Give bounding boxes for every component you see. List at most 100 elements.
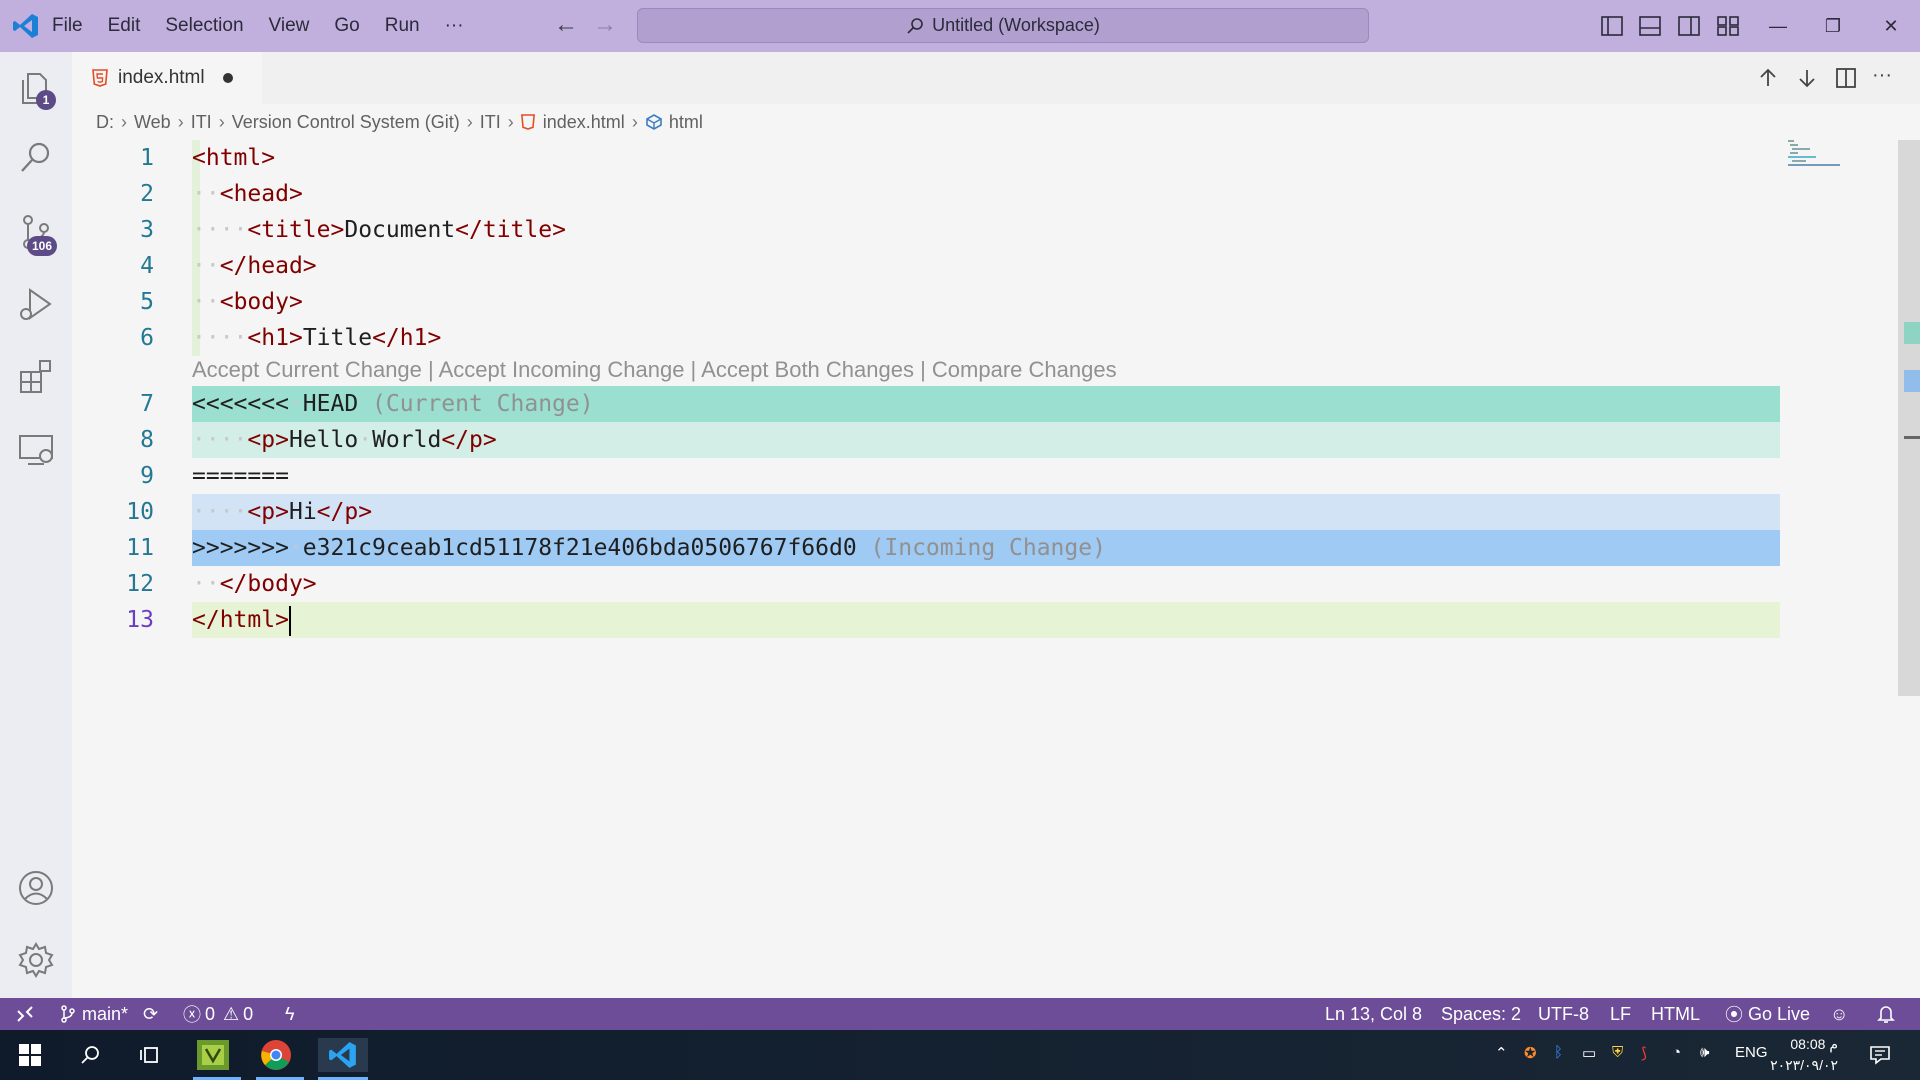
menu-edit[interactable]: Edit [108, 15, 141, 37]
clock-date: ٢٠٢٣/٠٩/٠٢ [1770, 1057, 1838, 1073]
wifi-icon[interactable]: ◔ [1672, 1044, 1681, 1061]
active-line-highlight [192, 602, 1780, 638]
menu-run[interactable]: Run [385, 15, 420, 37]
breadcrumb-item[interactable]: D: [96, 112, 114, 133]
code-line-3: ····<title>Document</title> [192, 217, 566, 243]
unsaved-dot-icon[interactable] [222, 73, 233, 83]
chevron-right-icon: › [466, 111, 473, 132]
error-icon: ⓧ [183, 1005, 201, 1025]
source-control-badge: 106 [27, 236, 58, 256]
extensions-icon[interactable] [16, 356, 56, 396]
error-count: 0 [205, 1003, 216, 1024]
vertical-scrollbar[interactable] [1898, 140, 1920, 696]
breadcrumb-item[interactable]: index.html [543, 112, 625, 133]
more-actions-icon[interactable]: ··· [1872, 64, 1892, 87]
line-number: 1 [140, 145, 154, 171]
system-clock[interactable]: 08:08 م ٢٠٢٣/٠٩/٠٢ [1768, 1034, 1838, 1076]
task-view-icon[interactable] [130, 1038, 170, 1072]
back-arrow-icon[interactable]: ← [554, 11, 578, 39]
forward-arrow-icon[interactable]: → [593, 11, 617, 39]
split-editor-icon[interactable] [1834, 66, 1858, 90]
code-line-2: ··<head> [192, 181, 303, 207]
go-live-button[interactable]: ⦿ Go Live [1725, 998, 1810, 1030]
code-line-13: </html> [192, 602, 291, 638]
bluetooth-icon[interactable]: ᛒ [1554, 1044, 1563, 1061]
command-center-search[interactable]: Untitled (Workspace) [637, 8, 1369, 43]
code-editor[interactable]: 1 2 3 4 5 6 7 8 9 10 11 12 13 <html> ··<… [72, 140, 1892, 998]
previous-conflict-arrow-up-icon[interactable] [1756, 66, 1780, 90]
notifications-bell-icon[interactable] [1877, 998, 1895, 1030]
line-number-active: 13 [126, 607, 154, 633]
file-manager-app-icon[interactable] [193, 1038, 233, 1072]
search-icon[interactable] [16, 138, 56, 178]
breadcrumb-item[interactable]: ITI [191, 112, 212, 133]
merge-conflict-codelens[interactable]: Accept Current Change | Accept Incoming … [192, 357, 1117, 383]
breadcrumb: D: › Web › ITI › Version Control System … [96, 108, 703, 136]
text-cursor [288, 605, 291, 636]
breadcrumb-item[interactable]: Web [134, 112, 171, 133]
chevron-right-icon: › [121, 111, 127, 132]
accounts-icon[interactable] [16, 868, 56, 908]
volume-icon[interactable]: 🕪 [1700, 1044, 1709, 1061]
acrobat-tray-icon[interactable]: ⟆ [1641, 1044, 1647, 1062]
breadcrumb-item[interactable]: Version Control System (Git) [232, 112, 460, 133]
explorer-badge: 1 [36, 90, 56, 110]
line-number: 2 [140, 181, 154, 207]
code-line-10: ····<p>Hi</p> [192, 499, 373, 525]
next-conflict-arrow-down-icon[interactable] [1795, 66, 1819, 90]
line-number: 11 [126, 535, 154, 561]
cursor-position[interactable]: Ln 13, Col 8 [1325, 998, 1422, 1030]
feedback-icon[interactable]: ☺ [1830, 998, 1848, 1030]
windows-start-icon[interactable] [10, 1038, 50, 1072]
vscode-logo-icon[interactable] [12, 12, 40, 40]
toggle-primary-sidebar-icon[interactable] [1600, 14, 1624, 38]
branch-indicator[interactable]: main* [60, 998, 128, 1030]
settings-gear-icon[interactable] [16, 940, 56, 980]
code-line-8: ····<p>Hello·World</p> [192, 427, 497, 453]
code-line-6: ····<h1>Title</h1> [192, 325, 442, 351]
breadcrumb-item[interactable]: ITI [480, 112, 501, 133]
warning-count: 0 [243, 1003, 254, 1024]
language-mode[interactable]: HTML [1651, 998, 1700, 1030]
menu-view[interactable]: View [269, 15, 310, 37]
run-debug-icon[interactable] [16, 284, 56, 324]
remote-explorer-icon[interactable] [16, 430, 56, 470]
minimize-icon[interactable]: — [1755, 10, 1801, 42]
line-number: 3 [140, 217, 154, 243]
menu-go[interactable]: Go [334, 15, 359, 37]
go-live-label: Go Live [1748, 1003, 1811, 1024]
menu-selection[interactable]: Selection [165, 15, 243, 37]
restore-icon[interactable]: ❐ [1810, 10, 1856, 42]
battery-icon[interactable]: ▭ [1582, 1044, 1596, 1062]
minimap[interactable] [1788, 140, 1848, 170]
indentation-setting[interactable]: Spaces: 2 [1441, 998, 1521, 1030]
security-shield-icon[interactable]: ⛨ [1612, 1044, 1623, 1061]
toggle-secondary-sidebar-icon[interactable] [1677, 14, 1701, 38]
lightning-icon[interactable]: ϟ [285, 998, 295, 1030]
eol-setting[interactable]: LF [1610, 998, 1631, 1030]
code-line-4: ··</head> [192, 253, 317, 279]
remote-indicator-icon[interactable] [0, 998, 50, 1030]
vscode-app-icon[interactable] [318, 1038, 368, 1072]
activity-bar: 1 106 [0, 52, 72, 998]
branch-name: main* [82, 1003, 129, 1024]
customize-layout-icon[interactable] [1716, 14, 1740, 38]
close-window-icon[interactable]: ✕ [1868, 10, 1914, 42]
menu-file[interactable]: File [52, 15, 83, 37]
tray-overflow-icon[interactable]: ⌃ [1495, 1044, 1508, 1062]
line-number: 12 [126, 571, 154, 597]
language-indicator[interactable]: ENG [1735, 1044, 1768, 1061]
sync-icon[interactable]: ⟳ [143, 998, 158, 1030]
chrome-app-icon[interactable] [256, 1038, 296, 1072]
encoding-setting[interactable]: UTF-8 [1538, 998, 1589, 1030]
notification-center-icon[interactable] [1860, 1038, 1900, 1072]
menu-more[interactable]: ··· [445, 15, 464, 37]
tray-app-icon[interactable]: ✪ [1524, 1044, 1537, 1062]
problems-indicator[interactable]: ⓧ 0 ⚠ 0 [183, 998, 253, 1030]
breadcrumb-item[interactable]: html [669, 112, 703, 133]
code-line-7: <<<<<<<·HEAD (Current Change) [192, 391, 594, 417]
taskbar-search-icon[interactable] [70, 1038, 110, 1072]
line-number: 4 [140, 253, 154, 279]
toggle-panel-icon[interactable] [1638, 14, 1662, 38]
tab-index-html[interactable]: index.html [72, 52, 262, 104]
